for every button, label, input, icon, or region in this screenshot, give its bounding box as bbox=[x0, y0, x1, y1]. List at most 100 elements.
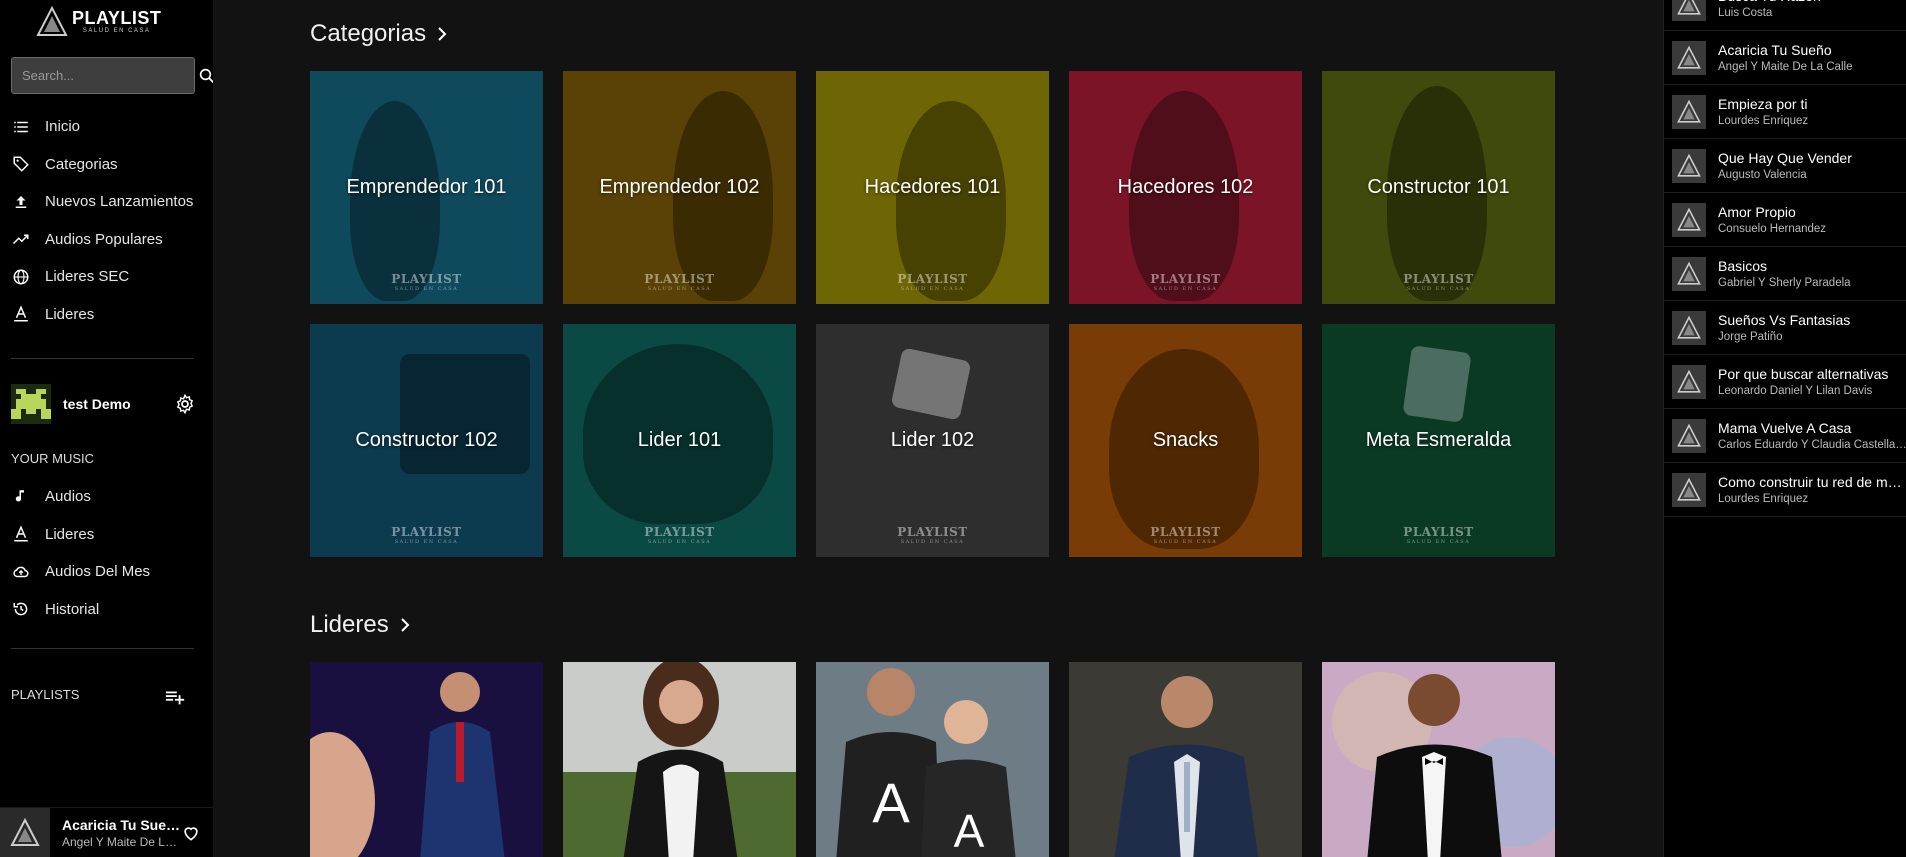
avatar[interactable] bbox=[11, 384, 51, 424]
queue-item[interactable]: Acaricia Tu Sueño Angel Y Maite De La Cal… bbox=[1664, 31, 1906, 85]
playlist-add-icon[interactable] bbox=[164, 686, 186, 708]
logo-triangle-icon bbox=[1677, 369, 1701, 393]
queue-item[interactable]: Por que buscar alternativas Leonardo Dani… bbox=[1664, 355, 1906, 409]
search-box bbox=[11, 57, 215, 94]
card-watermark: PLAYLIST SALUD EN CASA bbox=[644, 272, 715, 292]
now-playing-title[interactable]: Acaricia Tu Sueño bbox=[62, 817, 181, 833]
divider bbox=[11, 358, 194, 359]
nav-item-mis-lideres[interactable]: Lideres bbox=[0, 516, 213, 554]
trending-icon bbox=[12, 234, 29, 245]
nav-label: Audios Del Mes bbox=[45, 563, 151, 581]
pixel-avatar-icon bbox=[11, 384, 51, 424]
chevron-right-icon bbox=[438, 27, 447, 41]
queue-artist: Luis Costa bbox=[1718, 7, 1773, 19]
music-note-icon bbox=[15, 490, 24, 502]
nav-label: Lideres bbox=[45, 525, 95, 543]
queue-panel: Busca Tu Razon Luis Costa Acaricia Tu Sueñ… bbox=[1663, 0, 1906, 857]
category-card[interactable]: Lider 101 PLAYLIST SALUD EN CASA bbox=[563, 324, 796, 557]
category-card[interactable]: Lider 102 PLAYLIST SALUD EN CASA bbox=[816, 324, 1049, 557]
queue-item[interactable]: Como construir tu red de mercadeo Lourdes… bbox=[1664, 463, 1906, 517]
nav-label: Lideres bbox=[45, 305, 95, 323]
nav-label: Lideres SEC bbox=[45, 268, 130, 286]
your-music-label: YOUR MUSIC bbox=[11, 451, 95, 466]
cloud-upload-icon bbox=[13, 566, 29, 578]
queue-item[interactable]: Busca Tu Razon Luis Costa bbox=[1664, 0, 1906, 31]
queue-cover bbox=[1672, 0, 1706, 21]
queue-item[interactable]: Amor Propio Consuelo Hernandez bbox=[1664, 193, 1906, 247]
leader-card[interactable] bbox=[1069, 662, 1302, 857]
leader-card[interactable]: A A bbox=[816, 662, 1049, 857]
main-nav: Inicio Categorias Nuevos Lanzamientos Au… bbox=[0, 108, 213, 333]
category-card[interactable]: Emprendedor 102 PLAYLIST SALUD EN CASA bbox=[563, 71, 796, 304]
nav-label: Audios bbox=[45, 488, 91, 506]
queue-title: Empieza por ti bbox=[1718, 96, 1808, 112]
card-photo bbox=[400, 354, 530, 474]
category-card[interactable]: Snacks PLAYLIST SALUD EN CASA bbox=[1069, 324, 1302, 557]
category-title: Constructor 102 bbox=[355, 429, 498, 451]
categories-heading[interactable]: Categorias bbox=[310, 20, 450, 48]
user-name: test Demo bbox=[63, 396, 131, 412]
letter-a-icon bbox=[14, 305, 28, 322]
category-title: Emprendedor 101 bbox=[346, 176, 507, 198]
nav-item-nuevos-lanzamientos[interactable]: Nuevos Lanzamientos bbox=[0, 183, 213, 221]
card-photo bbox=[1402, 345, 1472, 423]
now-playing-artist[interactable]: Angel Y Maite De La Calle bbox=[62, 835, 181, 849]
nav-item-audios-del-mes[interactable]: Audios Del Mes bbox=[0, 553, 213, 591]
queue-title: Por que buscar alternativas bbox=[1718, 366, 1889, 382]
nav-item-audios-populares[interactable]: Audios Populares bbox=[0, 221, 213, 259]
card-watermark: PLAYLIST SALUD EN CASA bbox=[391, 272, 462, 292]
leaders-title: Lideres bbox=[310, 611, 389, 638]
nav-label: Historial bbox=[45, 600, 100, 618]
nav-item-categorias[interactable]: Categorias bbox=[0, 146, 213, 184]
nav-item-audios[interactable]: Audios bbox=[0, 478, 213, 516]
queue-artist: Jorge Patiño bbox=[1718, 331, 1783, 343]
queue-cover bbox=[1672, 310, 1706, 345]
category-title: Meta Esmeralda bbox=[1365, 429, 1512, 451]
queue-item[interactable]: Basicos Gabriel Y Sherly Paradela bbox=[1664, 247, 1906, 301]
nav-item-inicio[interactable]: Inicio bbox=[0, 108, 213, 146]
category-card[interactable]: Hacedores 102 PLAYLIST SALUD EN CASA bbox=[1069, 71, 1302, 304]
category-card[interactable]: Hacedores 101 PLAYLIST SALUD EN CASA bbox=[816, 71, 1049, 304]
queue-title: Amor Propio bbox=[1718, 204, 1796, 220]
queue-title: Busca Tu Razon bbox=[1718, 0, 1906, 4]
card-photo bbox=[896, 101, 1006, 301]
heart-icon[interactable] bbox=[181, 823, 201, 843]
queue-cover bbox=[1672, 202, 1706, 237]
queue-title: Acaricia Tu Sueño bbox=[1718, 42, 1832, 58]
queue-item[interactable]: Sueños Vs Fantasias Jorge Patiño bbox=[1664, 301, 1906, 355]
leader-photo bbox=[1322, 662, 1555, 857]
now-playing-bar: Acaricia Tu Sueño Angel Y Maite De La Ca… bbox=[0, 807, 213, 857]
category-title: Hacedores 101 bbox=[864, 176, 1001, 198]
queue-cover bbox=[1672, 148, 1706, 183]
category-card[interactable]: Emprendedor 101 PLAYLIST SALUD EN CASA bbox=[310, 71, 543, 304]
leaders-heading[interactable]: Lideres bbox=[310, 611, 413, 639]
logo-name: PLAYLIST bbox=[72, 8, 162, 28]
upload-icon bbox=[15, 195, 27, 208]
category-card[interactable]: Meta Esmeralda PLAYLIST SALUD EN CASA bbox=[1322, 324, 1555, 557]
main-content: Categorias Emprendedor 101 PLAYLIST SALUD… bbox=[213, 0, 1663, 857]
category-card[interactable]: Constructor 102 PLAYLIST SALUD EN CASA bbox=[310, 324, 543, 557]
category-title: Hacedores 102 bbox=[1117, 176, 1254, 198]
card-photo bbox=[350, 101, 440, 301]
queue-item[interactable]: Que Hay Que Vender Augusto Valencia bbox=[1664, 139, 1906, 193]
nav-item-lideres-sec[interactable]: Lideres SEC bbox=[0, 258, 213, 296]
nav-item-historial[interactable]: Historial bbox=[0, 591, 213, 629]
now-playing-cover[interactable] bbox=[0, 807, 50, 857]
queue-artist: Gabriel Y Sherly Paradela bbox=[1718, 277, 1851, 289]
gear-icon[interactable] bbox=[174, 393, 196, 415]
leader-card[interactable] bbox=[563, 662, 796, 857]
queue-item[interactable]: Mama Vuelve A Casa Carlos Eduardo Y Claud… bbox=[1664, 409, 1906, 463]
leader-card[interactable] bbox=[310, 662, 543, 857]
category-title: Lider 101 bbox=[637, 429, 722, 451]
leader-card[interactable] bbox=[1322, 662, 1555, 857]
logo[interactable]: PLAYLIST SALUD EN CASA bbox=[36, 5, 161, 39]
nav-item-lideres[interactable]: Lideres bbox=[0, 296, 213, 334]
category-card[interactable]: Constructor 101 PLAYLIST SALUD EN CASA bbox=[1322, 71, 1555, 304]
card-watermark: PLAYLIST SALUD EN CASA bbox=[1403, 272, 1474, 292]
card-watermark: PLAYLIST SALUD EN CASA bbox=[644, 525, 715, 545]
queue-item[interactable]: Empieza por ti Lourdes Enriquez bbox=[1664, 85, 1906, 139]
search-input[interactable] bbox=[12, 58, 198, 93]
nav-label: Audios Populares bbox=[45, 230, 163, 248]
queue-cover bbox=[1672, 40, 1706, 75]
card-watermark: PLAYLIST SALUD EN CASA bbox=[391, 525, 462, 545]
